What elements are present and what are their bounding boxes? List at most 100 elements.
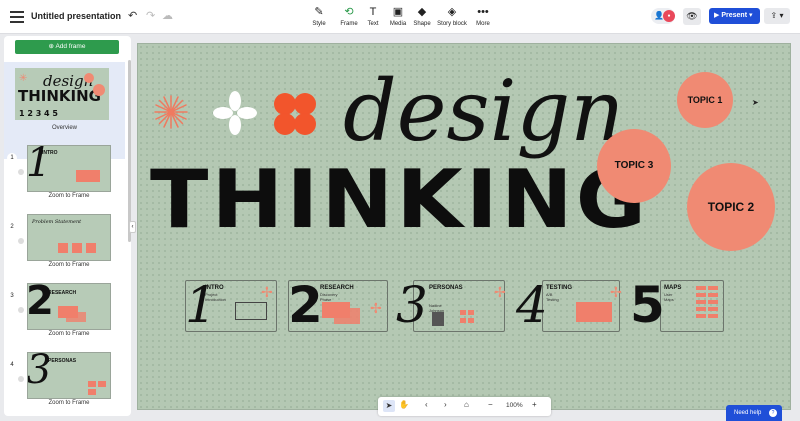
drag-handle[interactable] bbox=[18, 169, 24, 175]
topic-2-circle[interactable]: TOPIC 2 bbox=[687, 163, 775, 251]
drag-handle[interactable] bbox=[18, 238, 24, 244]
preview-eye-icon[interactable]: 👁 bbox=[683, 8, 701, 25]
more-tool-label: More bbox=[476, 21, 490, 27]
map-cell bbox=[708, 300, 718, 304]
heading-design[interactable]: design bbox=[343, 69, 624, 153]
frame-number-badge: 4 bbox=[7, 360, 17, 370]
frame-thumb-title: RESEARCH bbox=[48, 290, 77, 296]
svg-text:✳: ✳ bbox=[19, 73, 27, 84]
add-frame-button[interactable]: ⊕ Add frame bbox=[15, 40, 119, 54]
question-mark-icon: ? bbox=[769, 409, 778, 417]
frame-number-badge: 3 bbox=[7, 291, 17, 301]
map-cell bbox=[708, 307, 718, 311]
zoom-level[interactable]: 100% bbox=[506, 402, 523, 409]
map-cell bbox=[696, 314, 706, 318]
step-title: RESEARCH bbox=[320, 285, 354, 291]
decor-star-icon: ✢ bbox=[610, 284, 622, 300]
mouse-cursor-icon: ➤ bbox=[752, 98, 759, 107]
next-frame-icon[interactable]: › bbox=[444, 400, 447, 409]
topic-1-circle[interactable]: TOPIC 1 bbox=[677, 72, 733, 128]
need-help-button[interactable]: Need help ? bbox=[726, 405, 782, 421]
zoom-to-frame-link[interactable]: Zoom to Frame bbox=[27, 331, 111, 337]
frame-thumbnail: 1 INTRO bbox=[27, 145, 111, 192]
persona-photo bbox=[432, 312, 444, 326]
heading-thinking[interactable]: THINKING bbox=[150, 160, 649, 240]
topic-3-circle[interactable]: TOPIC 3 bbox=[597, 129, 671, 203]
map-cell bbox=[708, 293, 718, 297]
orange-flower-icon bbox=[274, 93, 316, 135]
select-pointer-icon[interactable]: ➤ bbox=[383, 400, 395, 412]
map-cell bbox=[696, 293, 706, 297]
zoom-to-frame-link[interactable]: Zoom to Frame bbox=[27, 400, 111, 406]
hand-pan-icon[interactable]: ✋ bbox=[399, 400, 409, 409]
collapse-sidebar-icon[interactable]: ‹ bbox=[129, 221, 136, 233]
step-subtitle: User Maps bbox=[664, 292, 674, 302]
frame-thumbnail: Problem Statement bbox=[27, 214, 111, 261]
map-cell bbox=[696, 286, 706, 290]
presentation-canvas[interactable]: design THINKING TOPIC 1 TOPIC 3 TOPIC 2 … bbox=[137, 43, 791, 410]
frame-item-1[interactable]: 1 INTRO 1 Zoom to Frame bbox=[4, 141, 125, 205]
white-flower-icon bbox=[213, 91, 257, 135]
frame-item-3[interactable]: 2 RESEARCH 3 Zoom to Frame bbox=[4, 279, 125, 343]
document-title[interactable]: Untitled presentation bbox=[31, 11, 121, 21]
step-subtitle: A/B Testing bbox=[546, 292, 559, 302]
step-red-block bbox=[460, 310, 466, 315]
more-icon: ••• bbox=[477, 6, 489, 18]
frame-item-4[interactable]: 3 PERSONAS 4 Zoom to Frame bbox=[4, 348, 125, 412]
step-title: MAPS bbox=[664, 285, 682, 291]
map-cell bbox=[708, 286, 718, 290]
map-cell bbox=[696, 307, 706, 311]
starburst-icon bbox=[154, 95, 188, 129]
collaborators-avatar[interactable]: 👤 ● bbox=[651, 8, 675, 24]
cloud-sync-icon: ☁ bbox=[162, 10, 173, 22]
step-subtitle: Project Introduction bbox=[205, 292, 226, 302]
step-subtitle: Discovery Phase bbox=[320, 292, 338, 302]
previous-frame-icon[interactable]: ‹ bbox=[425, 400, 428, 409]
sidebar-scrollbar[interactable] bbox=[128, 60, 131, 242]
thumb-red-block bbox=[88, 381, 96, 387]
share-export-button[interactable]: ⇪ ▾ bbox=[764, 8, 790, 24]
drag-handle[interactable] bbox=[18, 307, 24, 313]
present-play-icon: ▶ bbox=[714, 12, 720, 19]
zoom-out-icon[interactable]: − bbox=[488, 400, 493, 409]
map-cell bbox=[696, 300, 706, 304]
zoom-in-icon[interactable]: + bbox=[532, 400, 537, 409]
more-tool[interactable]: ••• More bbox=[465, 5, 501, 27]
present-label: Present bbox=[721, 12, 748, 19]
step-red-block bbox=[576, 302, 612, 322]
frame-thumb-title: Problem Statement bbox=[32, 219, 82, 225]
step-red-block bbox=[334, 308, 360, 324]
zoom-to-frame-link[interactable]: Zoom to Frame bbox=[27, 262, 111, 268]
present-button[interactable]: ▶ Present ▾ bbox=[709, 8, 760, 24]
thumb-red-block bbox=[86, 243, 96, 253]
bottom-toolbar: ➤ ✋ ‹ › ⌂ − 100% + bbox=[378, 397, 551, 416]
decor-star-icon: ✢ bbox=[261, 284, 273, 300]
frame-thumb-title: INTRO bbox=[42, 150, 58, 156]
chevron-down-icon: ▾ bbox=[748, 12, 753, 19]
step-number: 3 bbox=[396, 276, 428, 334]
step-content-box bbox=[235, 302, 267, 320]
undo-icon[interactable]: ↶ bbox=[128, 9, 137, 22]
step-number: 5 bbox=[630, 276, 665, 334]
zoom-to-frame-link[interactable]: Zoom to Frame bbox=[27, 193, 111, 199]
thumb-red-block bbox=[98, 381, 106, 387]
frame-big-number: 2 bbox=[27, 283, 54, 324]
svg-text:THINKING: THINKING bbox=[18, 87, 101, 105]
frame-item-2[interactable]: Problem Statement 2 Zoom to Frame bbox=[4, 210, 125, 274]
frames-sidebar: ⊕ Add frame design THINKING 1 2 3 4 5 ✳ … bbox=[4, 36, 131, 416]
step-title: TESTING bbox=[546, 285, 573, 291]
overview-label: Overview bbox=[51, 125, 77, 131]
redo-icon[interactable]: ↷ bbox=[146, 9, 155, 22]
need-help-label: Need help bbox=[734, 410, 762, 416]
map-cell bbox=[708, 314, 718, 318]
home-icon[interactable]: ⌂ bbox=[464, 400, 469, 409]
step-number: 4 bbox=[516, 276, 548, 334]
hamburger-menu-icon[interactable] bbox=[8, 8, 26, 26]
frame-number-badge: 2 bbox=[7, 222, 17, 232]
drag-handle[interactable] bbox=[18, 376, 24, 382]
thumb-red-block bbox=[58, 243, 68, 253]
step-red-block bbox=[468, 318, 474, 323]
decor-star-icon: ✢ bbox=[370, 300, 382, 316]
thumb-red-block bbox=[76, 170, 100, 182]
frame-thumbnail: 2 RESEARCH bbox=[27, 283, 111, 330]
